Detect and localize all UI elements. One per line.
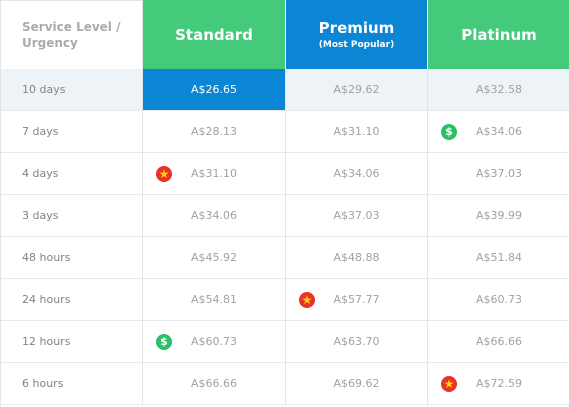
urgency-label: 10 days xyxy=(1,69,143,110)
price-cell-standard[interactable]: A$54.81 xyxy=(143,279,286,320)
dollar-icon: $ xyxy=(441,123,457,140)
price-value: A$34.06 xyxy=(475,125,522,138)
price-cell-platinum[interactable]: $ A$34.06 xyxy=(428,111,569,152)
price-cell-standard[interactable]: A$26.65 xyxy=(143,69,286,110)
table-row: 10 days A$26.65 A$29.62 A$32.58 xyxy=(1,69,569,111)
price-cell-premium[interactable]: A$31.10 xyxy=(286,111,428,152)
price-cell-platinum[interactable]: A$32.58 xyxy=(428,69,569,110)
standard-title: Standard xyxy=(175,25,253,44)
premium-subtitle: (Most Popular) xyxy=(318,40,395,50)
price-cell-platinum[interactable]: A$51.84 xyxy=(428,237,569,278)
table-header: Service Level / Urgency Standard Premium… xyxy=(1,0,569,69)
price-cell-premium[interactable]: A$48.88 xyxy=(286,237,428,278)
urgency-label: 12 hours xyxy=(1,321,143,362)
price-cell-premium[interactable]: A$69.62 xyxy=(286,363,428,404)
star-icon: ★ xyxy=(441,375,457,392)
price-cell-standard[interactable]: A$28.13 xyxy=(143,111,286,152)
urgency-label: 3 days xyxy=(1,195,143,236)
price-value: A$60.73 xyxy=(190,335,237,348)
table-row: 24 hours A$54.81 ★ A$57.77 A$60.73 xyxy=(1,279,569,321)
urgency-label: 7 days xyxy=(1,111,143,152)
price-cell-platinum[interactable]: ★ A$72.59 xyxy=(428,363,569,404)
price-cell-platinum[interactable]: A$66.66 xyxy=(428,321,569,362)
price-cell-standard[interactable]: A$45.92 xyxy=(143,237,286,278)
price-cell-standard[interactable]: A$66.66 xyxy=(143,363,286,404)
urgency-label: 48 hours xyxy=(1,237,143,278)
price-cell-premium[interactable]: ★ A$57.77 xyxy=(286,279,428,320)
platinum-column-header: Platinum xyxy=(428,0,569,69)
table-row: 4 days ★ A$31.10 A$34.06 A$37.03 xyxy=(1,153,569,195)
platinum-title: Platinum xyxy=(461,25,537,44)
table-row: 7 days A$28.13 A$31.10 $ A$34.06 xyxy=(1,111,569,153)
price-cell-premium[interactable]: A$37.03 xyxy=(286,195,428,236)
standard-column-header: Standard xyxy=(143,0,286,69)
price-cell-premium[interactable]: A$29.62 xyxy=(286,69,428,110)
premium-title: Premium xyxy=(318,19,395,37)
urgency-label: 4 days xyxy=(1,153,143,194)
price-value: A$31.10 xyxy=(190,167,237,180)
premium-column-header: Premium (Most Popular) xyxy=(286,0,428,69)
star-icon: ★ xyxy=(299,291,315,308)
price-cell-platinum[interactable]: A$37.03 xyxy=(428,153,569,194)
service-level-header: Service Level / Urgency xyxy=(1,0,143,69)
star-icon: ★ xyxy=(156,165,172,182)
price-cell-standard[interactable]: A$34.06 xyxy=(143,195,286,236)
urgency-label: 6 hours xyxy=(1,363,143,404)
table-row: 12 hours $ A$60.73 A$63.70 A$66.66 xyxy=(1,321,569,363)
urgency-label: 24 hours xyxy=(1,279,143,320)
price-value: A$57.77 xyxy=(333,293,380,306)
price-value: A$72.59 xyxy=(475,377,522,390)
table-row: 3 days A$34.06 A$37.03 A$39.99 xyxy=(1,195,569,237)
dollar-icon: $ xyxy=(156,333,172,350)
price-cell-premium[interactable]: A$34.06 xyxy=(286,153,428,194)
table-row: 6 hours A$66.66 A$69.62 ★ A$72.59 xyxy=(1,363,569,405)
pricing-table: Service Level / Urgency Standard Premium… xyxy=(0,0,569,407)
price-cell-platinum[interactable]: A$60.73 xyxy=(428,279,569,320)
table-row: 48 hours A$45.92 A$48.88 A$51.84 xyxy=(1,237,569,279)
price-cell-standard[interactable]: ★ A$31.10 xyxy=(143,153,286,194)
price-cell-premium[interactable]: A$63.70 xyxy=(286,321,428,362)
price-cell-standard[interactable]: $ A$60.73 xyxy=(143,321,286,362)
price-cell-platinum[interactable]: A$39.99 xyxy=(428,195,569,236)
